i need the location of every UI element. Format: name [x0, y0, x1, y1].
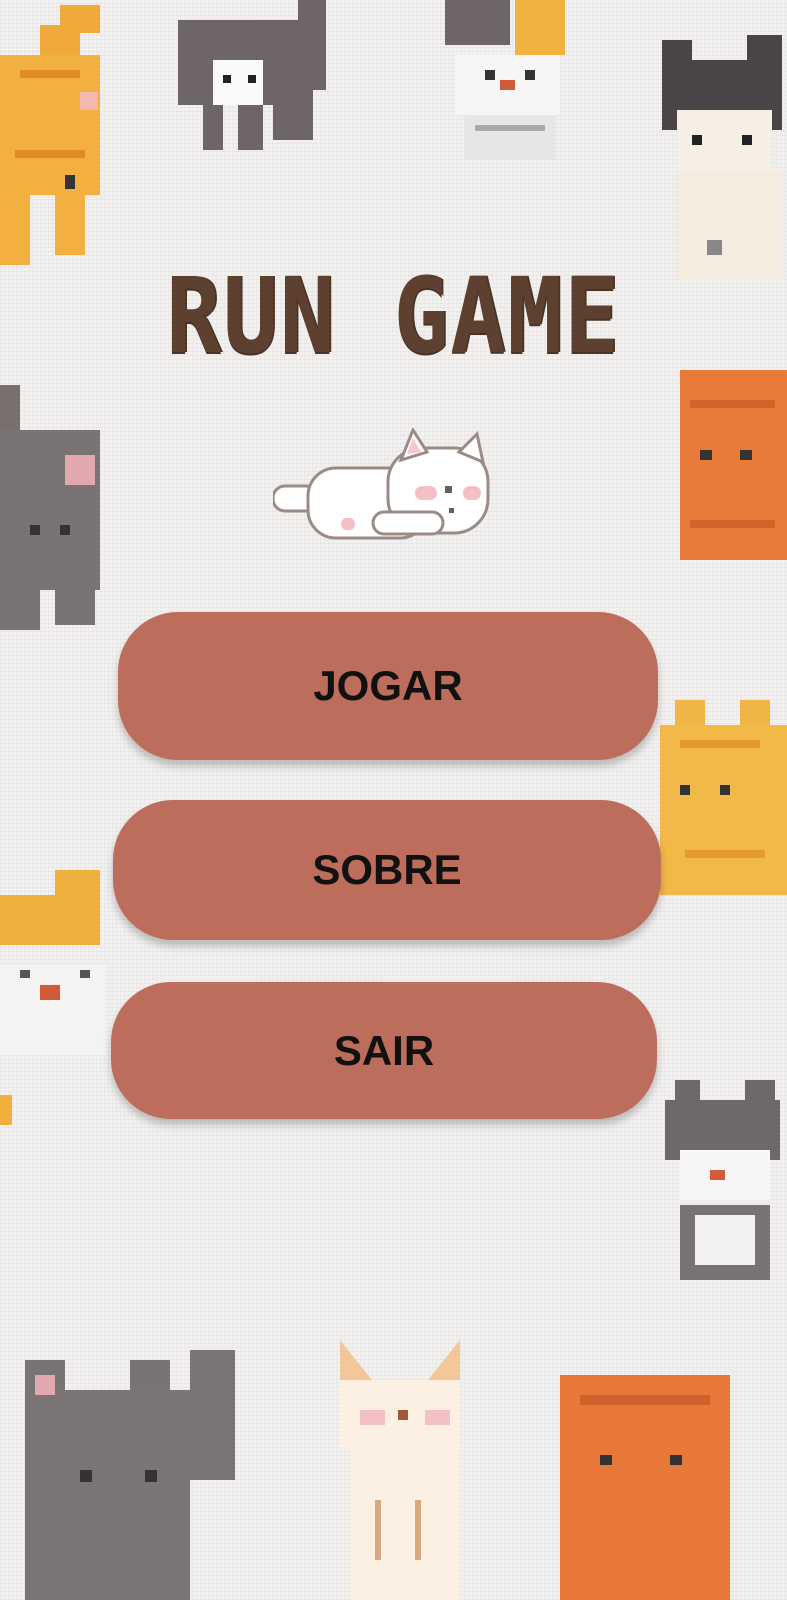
exit-button-label: SAIR: [333, 1026, 435, 1074]
gray-cat-icon: [178, 0, 338, 160]
calico-cat-icon: [445, 0, 570, 170]
game-title: RUN GAME: [166, 255, 621, 377]
gray-cat-left-icon: [0, 385, 105, 640]
sleeping-white-cat-icon: [273, 428, 503, 558]
tuxedo-cat-icon: [662, 30, 787, 285]
play-button-label: JOGAR: [313, 662, 463, 709]
orange-cat-icon: [0, 0, 105, 275]
play-button[interactable]: JOGAR: [118, 612, 658, 760]
about-button[interactable]: SOBRE: [113, 800, 661, 940]
gray-white-cat-right-icon: [665, 1080, 787, 1290]
exit-button[interactable]: SAIR: [111, 982, 657, 1119]
orange-cat-bottom-right-icon: [560, 1375, 735, 1600]
gray-cat-bottom-icon: [25, 1350, 245, 1600]
orange-cat-right-icon: [680, 370, 787, 570]
orange-white-cat-left-icon: [0, 870, 105, 1125]
about-button-label: SOBRE: [312, 846, 462, 893]
orange-cat-mid-right-icon: [660, 700, 787, 905]
cream-cat-bottom-icon: [320, 1340, 470, 1600]
